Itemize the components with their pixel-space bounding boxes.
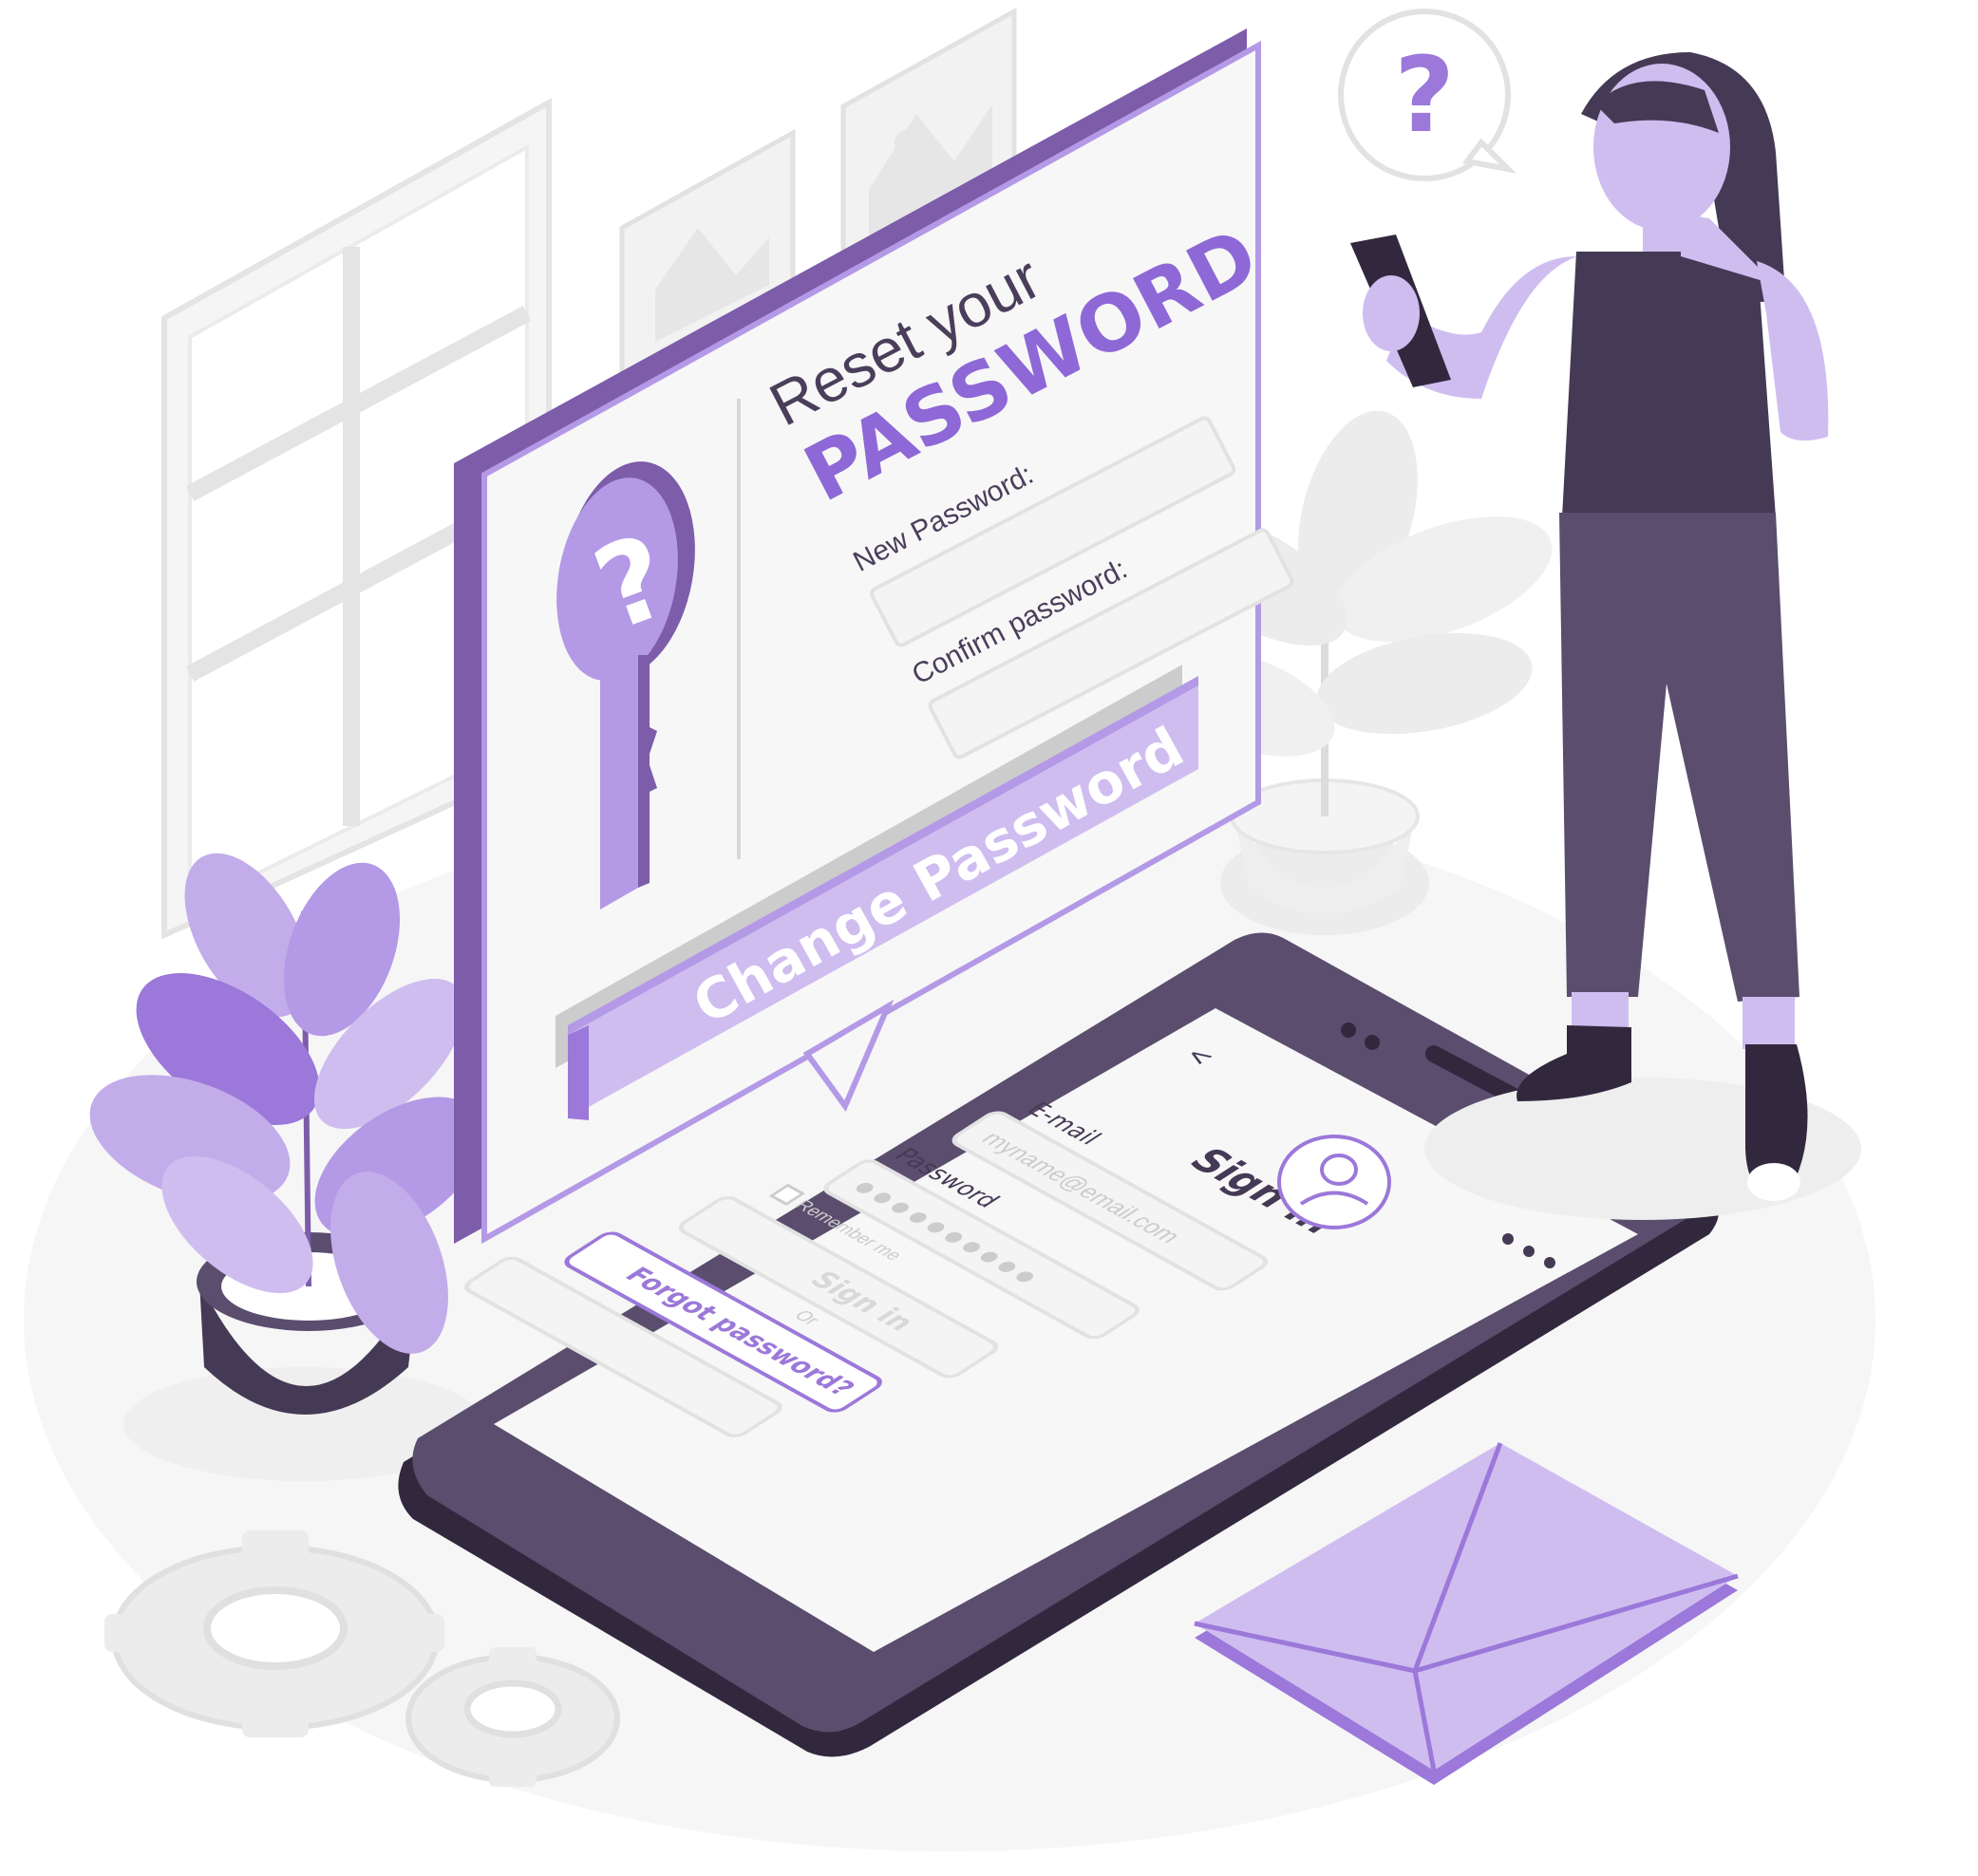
question-speech-bubble: ? xyxy=(1338,9,1516,181)
question-mark-glyph: ? xyxy=(1394,34,1455,156)
illustration-scene: ? Reset your PASSWORD New Password: Conf… xyxy=(24,7,1875,1851)
user-circle-icon xyxy=(1277,1135,1391,1229)
